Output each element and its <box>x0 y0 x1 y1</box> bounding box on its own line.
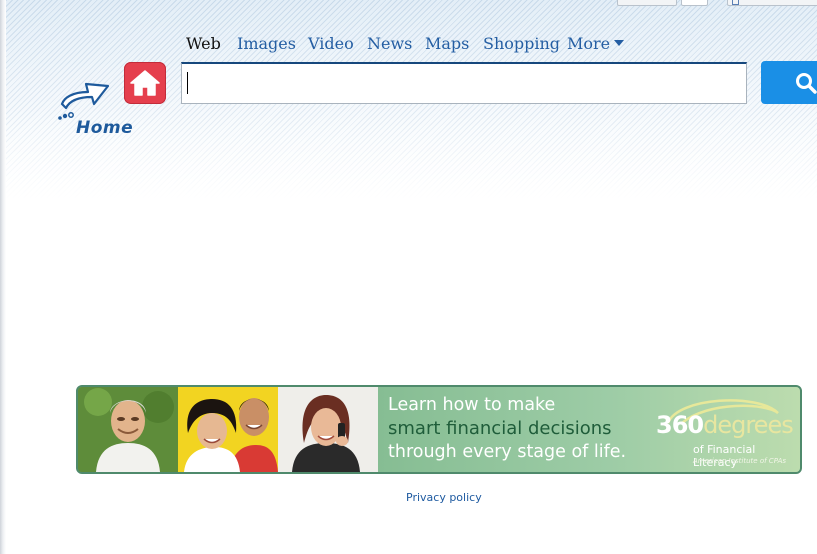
brand-logo: 360degrees <box>656 411 794 439</box>
brand-subtitle: of Financial Literacy <box>693 443 756 469</box>
tab-more[interactable]: More <box>567 34 625 53</box>
tab-maps[interactable]: Maps <box>425 34 469 53</box>
tab-web[interactable]: Web <box>186 34 221 53</box>
toolbar-control[interactable] <box>617 0 677 6</box>
toolbar-control[interactable] <box>681 0 708 6</box>
tab-more-label: More <box>567 34 611 53</box>
tab-shopping[interactable]: Shopping <box>483 34 560 53</box>
search-input[interactable] <box>181 62 747 104</box>
banner-photo-man <box>78 387 178 472</box>
banner-headline-3: through every stage of life. <box>388 442 627 462</box>
home-button[interactable] <box>124 62 166 104</box>
toolbar-control-icon <box>732 0 739 5</box>
tab-news[interactable]: News <box>367 34 412 53</box>
text-cursor <box>187 72 188 94</box>
tab-images[interactable]: Images <box>237 34 296 53</box>
tab-video[interactable]: Video <box>308 34 354 53</box>
home-logo-label: Home <box>76 118 134 138</box>
banner-photo-couple <box>178 387 278 472</box>
banner-headline-2: smart financial decisions <box>388 418 612 439</box>
privacy-policy-link[interactable]: Privacy policy <box>406 491 482 504</box>
brand-word: degrees <box>703 411 794 439</box>
search-icon <box>796 73 817 94</box>
toolbar-control[interactable] <box>727 0 817 6</box>
banner-headline-1: Learn how to make <box>388 395 556 415</box>
house-icon <box>130 70 160 96</box>
brand-number: 360 <box>656 411 704 439</box>
banner-photo-woman <box>278 387 378 472</box>
home-arrow-icon <box>58 82 110 120</box>
search-button[interactable] <box>761 61 817 104</box>
ad-banner[interactable]: Learn how to make smart financial decisi… <box>76 385 802 474</box>
brand-organization: American Institute of CPAs <box>693 457 786 465</box>
chevron-down-icon <box>614 40 625 46</box>
